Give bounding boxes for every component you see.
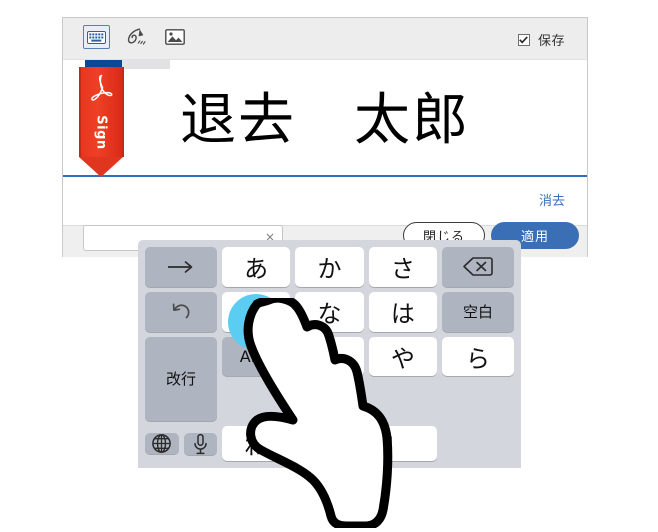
clear-row: 消去 (63, 177, 587, 225)
next-candidate-key[interactable] (145, 247, 217, 287)
sign-ribbon[interactable]: Sign (79, 67, 124, 177)
space-key[interactable]: 空白 (442, 291, 514, 332)
key-na[interactable]: な (295, 291, 364, 332)
draw-icon[interactable] (122, 25, 149, 49)
signature-canvas[interactable]: 退去 太郎 (63, 60, 587, 176)
signature-toolbar: 保存 (63, 18, 587, 60)
signature-text: 退去 太郎 (180, 87, 470, 153)
software-keyboard: あ か さ た な は 空白 ABC ま や ら 改行 わ 、。?! (138, 240, 521, 468)
save-label: 保存 (537, 34, 565, 49)
tool-icon-group (83, 25, 188, 49)
key-ya[interactable]: や (368, 336, 437, 377)
save-checkbox-group[interactable]: 保存 (517, 30, 565, 49)
keyboard-icon[interactable] (83, 25, 110, 49)
sign-ribbon-tip (79, 157, 123, 177)
key-ma[interactable]: ま (295, 336, 364, 377)
key-punctuation[interactable]: 、。?! (295, 426, 437, 461)
key-ka[interactable]: か (295, 247, 364, 287)
signature-dialog: 保存 退去 太郎 消去 × 閉じる 適用 Sign (62, 17, 588, 257)
keyboard-grid: あ か さ た な は 空白 ABC ま や ら 改行 わ 、。?! (145, 247, 514, 461)
tab-stub-inactive (122, 60, 170, 69)
image-icon[interactable] (161, 25, 188, 49)
backspace-key[interactable] (442, 247, 514, 287)
undo-key[interactable] (145, 291, 217, 332)
globe-key[interactable] (145, 433, 179, 454)
clear-link[interactable]: 消去 (539, 190, 565, 209)
key-ra[interactable]: ら (442, 336, 514, 377)
mic-key[interactable] (183, 432, 217, 455)
adobe-acrobat-icon (88, 73, 115, 107)
globe-mic-group (145, 426, 217, 461)
sign-ribbon-label: Sign (93, 114, 109, 150)
sign-ribbon-label-wrap: Sign (79, 111, 124, 153)
return-key[interactable]: 改行 (145, 336, 217, 421)
key-a[interactable]: あ (222, 247, 291, 287)
abc-key[interactable]: ABC (222, 336, 291, 377)
key-sa[interactable]: さ (368, 247, 437, 287)
key-wa[interactable]: わ (222, 426, 291, 461)
save-checkbox[interactable] (517, 33, 530, 46)
key-ha[interactable]: は (368, 291, 437, 332)
key-ta[interactable]: た (222, 291, 291, 332)
